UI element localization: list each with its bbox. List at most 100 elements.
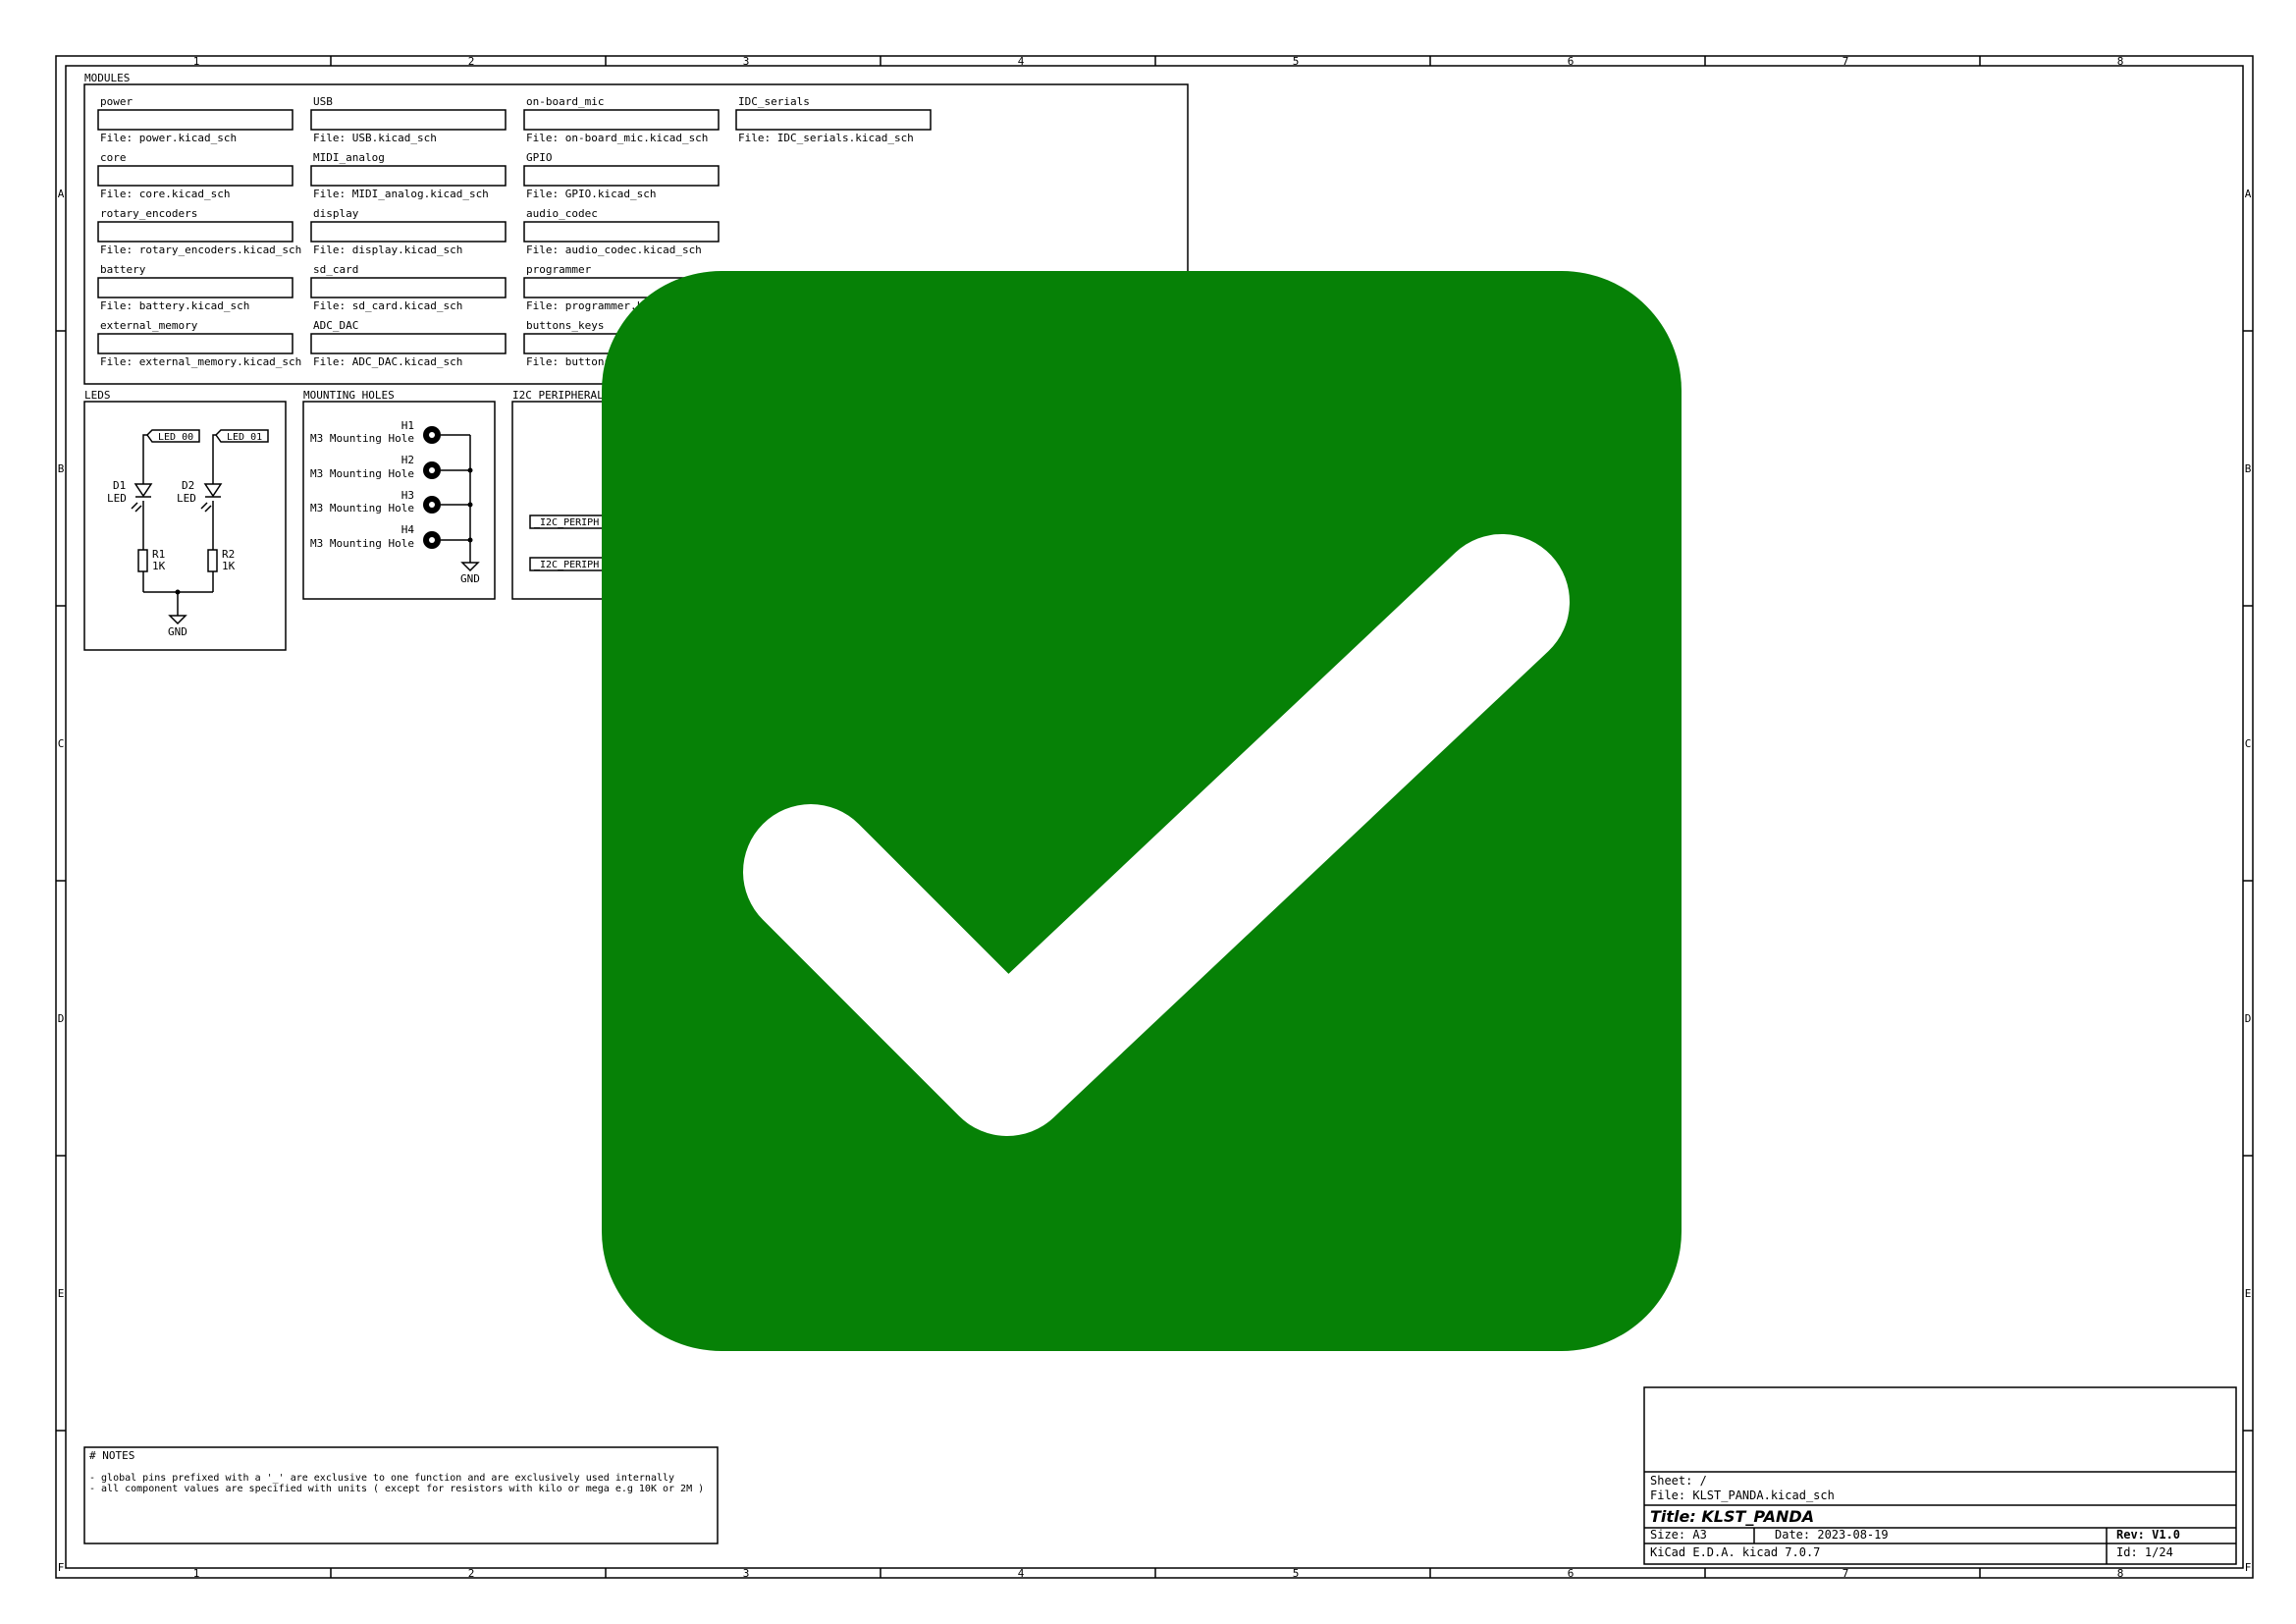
sheet-box[interactable]: [97, 221, 294, 243]
sheet-name: on-board_mic: [526, 95, 604, 108]
diode-value-d1: LED: [107, 492, 127, 505]
sheet-name: external_memory: [100, 319, 198, 332]
title-block-date: Date: 2023-08-19: [1775, 1528, 1889, 1542]
zone-column-label: 6: [1568, 55, 1575, 68]
sheet-block-usb[interactable]: USB File: USB.kicad_sch: [310, 95, 507, 144]
sheet-box[interactable]: [97, 333, 294, 354]
sheet-box[interactable]: [310, 109, 507, 131]
checkmark-icon: [602, 271, 1682, 1351]
title-block-sheet: Sheet: /: [1650, 1474, 1707, 1488]
zone-column-label: 7: [1842, 55, 1849, 68]
hole-ref-h4: H4: [401, 523, 415, 536]
resistor-value-r2: 1K: [222, 560, 236, 572]
mounting-gnd-label: GND: [460, 572, 480, 585]
sheet-box[interactable]: [310, 277, 507, 298]
mounting-hole-symbols: [423, 426, 441, 549]
sheet-block-external-memory[interactable]: external_memory File: external_memory.kic…: [97, 319, 301, 368]
sheet-block-idc-serials[interactable]: IDC_serials File: IDC_serials.kicad_sch: [735, 95, 932, 144]
sheet-block-gpio[interactable]: GPIO File: GPIO.kicad_sch: [523, 151, 720, 200]
hole-value-h2: M3 Mounting Hole: [310, 467, 414, 480]
zone-column-label: 2: [468, 1567, 475, 1580]
sheet-name: rotary_encoders: [100, 207, 197, 220]
i2c-label-0: _I2C_PERIPH: [534, 517, 599, 528]
sheet-box[interactable]: [97, 165, 294, 187]
leds-section: LEDS _LED_00 _LED_01 D1 LED D2 LED R1 1K…: [83, 389, 287, 651]
zone-column-label: 4: [1018, 55, 1025, 68]
zone-column-label: 1: [193, 55, 200, 68]
sheet-block-midi-analog[interactable]: MIDI_analog File: MIDI_analog.kicad_sch: [310, 151, 507, 200]
diode-ref-d2: D2: [182, 479, 194, 492]
zone-row-label: A: [58, 188, 65, 200]
mounting-holes-section: MOUNTING HOLES H1 M3 Mounting Hole H2 M3…: [302, 389, 496, 600]
sheet-box[interactable]: [523, 165, 720, 187]
sheet-name: programmer: [526, 263, 592, 276]
zone-row-label: A: [2245, 188, 2252, 200]
zone-row-label: C: [58, 737, 65, 750]
sheet-block-sd-card[interactable]: sd_card File: sd_card.kicad_sch: [310, 263, 507, 312]
sheet-file: File: sd_card.kicad_sch: [313, 299, 462, 312]
sheet-file: File: ADC_DAC.kicad_sch: [313, 355, 462, 368]
sheet-file: File: on-board_mic.kicad_sch: [526, 132, 708, 144]
zone-column-label: 6: [1568, 1567, 1575, 1580]
sheet-block-rotary-encoders[interactable]: rotary_encoders File: rotary_encoders.kic…: [97, 207, 301, 256]
sheet-name: MIDI_analog: [313, 151, 385, 164]
sheet-file: File: core.kicad_sch: [100, 188, 230, 200]
notes-title: # NOTES: [89, 1449, 134, 1462]
hole-value-h4: M3 Mounting Hole: [310, 537, 414, 550]
zone-column-label: 5: [1293, 55, 1300, 68]
notes-section: # NOTES - global pins prefixed with a '_…: [83, 1446, 719, 1544]
sheet-name: audio_codec: [526, 207, 598, 220]
sheet-box[interactable]: [735, 109, 932, 131]
sheet-name: display: [313, 207, 359, 220]
sheet-box[interactable]: [310, 165, 507, 187]
title-block-size: Size: A3: [1650, 1528, 1707, 1542]
sheet-file: File: audio_codec.kicad_sch: [526, 244, 702, 256]
hole-ref-h2: H2: [401, 454, 414, 466]
sheet-block-adc-dac[interactable]: ADC_DAC File: ADC_DAC.kicad_sch: [310, 319, 507, 368]
notes-line-2: - all component values are specified wit…: [89, 1484, 704, 1494]
i2c-label-1: _I2C_PERIPH: [534, 560, 599, 570]
sheet-name: GPIO: [526, 151, 553, 164]
sheet-name: core: [100, 151, 127, 164]
sheet-file: File: MIDI_analog.kicad_sch: [313, 188, 489, 200]
zone-row-label: D: [58, 1012, 65, 1025]
sheet-block-audio-codec[interactable]: audio_codec File: audio_codec.kicad_sch: [523, 207, 720, 256]
sheet-name: ADC_DAC: [313, 319, 358, 332]
diode-value-d2: LED: [177, 492, 196, 505]
zone-column-label: 3: [743, 1567, 750, 1580]
title-block-rev: Rev: V1.0: [2116, 1528, 2180, 1542]
sheet-block-core[interactable]: core File: core.kicad_sch: [97, 151, 294, 200]
sheet-file: File: IDC_serials.kicad_sch: [738, 132, 914, 144]
i2c-title: I2C PERIPHERAL: [512, 389, 604, 402]
title-block-file: File: KLST_PANDA.kicad_sch: [1650, 1489, 1835, 1502]
hole-ref-h1: H1: [401, 419, 414, 432]
title-block-id: Id: 1/24: [2116, 1545, 2173, 1559]
sheet-block-on-board-mic[interactable]: on-board_mic File: on-board_mic.kicad_sch: [523, 95, 720, 144]
sheet-name: USB: [313, 95, 333, 108]
leds-gnd-label: GND: [168, 625, 187, 638]
sheet-box[interactable]: [97, 277, 294, 298]
zone-row-label: D: [2245, 1012, 2252, 1025]
sheet-name: sd_card: [313, 263, 358, 276]
zone-column-label: 2: [468, 55, 475, 68]
sheet-name: battery: [100, 263, 146, 276]
sheet-block-power[interactable]: power File: power.kicad_sch: [97, 95, 294, 144]
sheet-file: File: battery.kicad_sch: [100, 299, 249, 312]
sheet-box[interactable]: [523, 221, 720, 243]
sheet-block-display[interactable]: display File: display.kicad_sch: [310, 207, 507, 256]
mounting-holes-title: MOUNTING HOLES: [303, 389, 395, 402]
zone-column-label: 8: [2117, 55, 2124, 68]
sheet-box[interactable]: [523, 109, 720, 131]
sheet-block-battery[interactable]: battery File: battery.kicad_sch: [97, 263, 294, 312]
zone-row-label: C: [2245, 737, 2252, 750]
hole-value-h1: M3 Mounting Hole: [310, 432, 414, 445]
zone-column-label: 5: [1293, 1567, 1300, 1580]
zone-row-label: B: [2245, 462, 2252, 475]
sheet-box[interactable]: [97, 109, 294, 131]
title-block: Sheet: / File: KLST_PANDA.kicad_sch Titl…: [1643, 1386, 2237, 1565]
hole-ref-h3: H3: [401, 489, 414, 502]
sheet-box[interactable]: [310, 221, 507, 243]
title-block-title: Title: KLST_PANDA: [1650, 1507, 1814, 1526]
zone-column-label: 1: [193, 1567, 200, 1580]
sheet-box[interactable]: [310, 333, 507, 354]
